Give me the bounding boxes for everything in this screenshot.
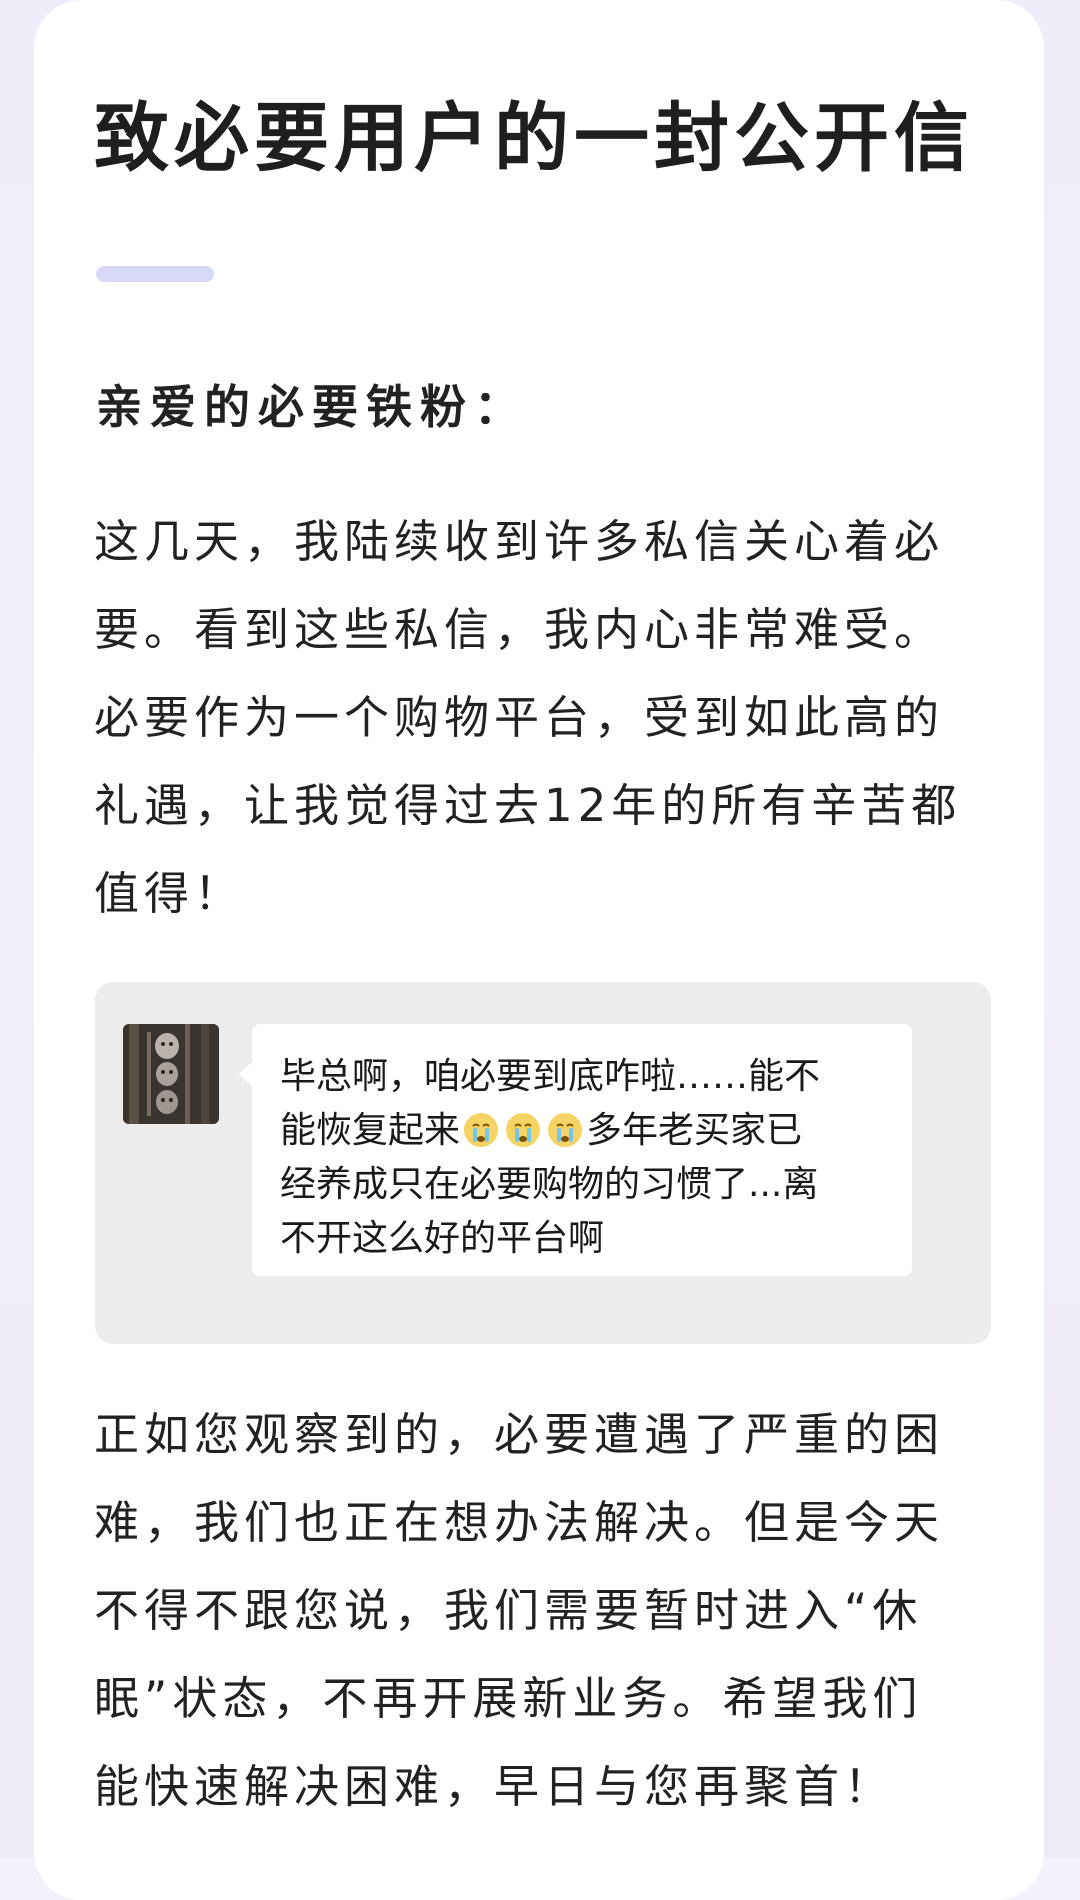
- message-text: 毕总啊，咱必要到底咋啦……能不 能恢复起来 多年老买家已 经养成只在必要购物的习惯…: [280, 1050, 900, 1266]
- avatar-image-icon: [123, 1024, 219, 1124]
- paragraph-line: 不得不跟您说，我们需要暂时进入“休: [94, 1584, 923, 1637]
- letter-greeting: 亲爱的必要铁粉：: [96, 380, 528, 434]
- paragraph-line: 必要作为一个购物平台，受到如此高的: [94, 691, 945, 744]
- message-bubble: 毕总啊，咱必要到底咋啦……能不 能恢复起来 多年老买家已 经养成只在必要购物的习惯…: [239, 1024, 912, 1276]
- message-line: 不开这么好的平台啊: [280, 1218, 605, 1259]
- message-line: 经养成只在必要购物的习惯了...离: [280, 1164, 819, 1205]
- message-line: 毕总啊，咱必要到底咋啦……能不: [280, 1056, 821, 1097]
- paragraph-line: 眠”状态，不再开展新业务。希望我们: [94, 1672, 923, 1725]
- message-line-segment: 能恢复起来: [280, 1110, 461, 1151]
- crying-face-emoji-icon: [464, 1113, 499, 1147]
- paragraph-line: 难，我们也正在想办法解决。但是今天: [94, 1496, 945, 1549]
- letter-paragraph-2: 正如您观察到的，必要遭遇了严重的困 难，我们也正在想办法解决。但是今天 不得不跟…: [94, 1391, 1014, 1831]
- message-line-segment: 多年老买家已: [586, 1110, 803, 1151]
- paragraph-line: 要。看到这些私信，我内心非常难受。: [94, 603, 945, 656]
- crying-face-emoji-icon: [548, 1113, 583, 1147]
- paragraph-line: 能快速解决困难，早日与您再聚首！: [94, 1760, 895, 1813]
- quoted-message-screenshot: 毕总啊，咱必要到底咋啦……能不 能恢复起来 多年老买家已 经养成只在必要购物的习惯…: [95, 982, 991, 1344]
- sender-avatar: [123, 1024, 219, 1124]
- letter-paragraph-1: 这几天，我陆续收到许多私信关心着必 要。看到这些私信，我内心非常难受。 必要作为…: [94, 498, 1014, 938]
- paragraph-line: 正如您观察到的，必要遭遇了严重的困: [94, 1408, 945, 1461]
- paragraph-line: 这几天，我陆续收到许多私信关心着必: [94, 515, 945, 568]
- title-accent-bar: [96, 266, 214, 282]
- paragraph-line: 值得！: [94, 867, 245, 920]
- crying-face-emoji-icon: [506, 1113, 541, 1147]
- message-line: 能恢复起来 多年老买家已: [280, 1104, 900, 1158]
- letter-title: 致必要用户的一封公开信: [94, 94, 975, 182]
- paragraph-line: 礼遇，让我觉得过去12年的所有辛苦都: [94, 779, 962, 832]
